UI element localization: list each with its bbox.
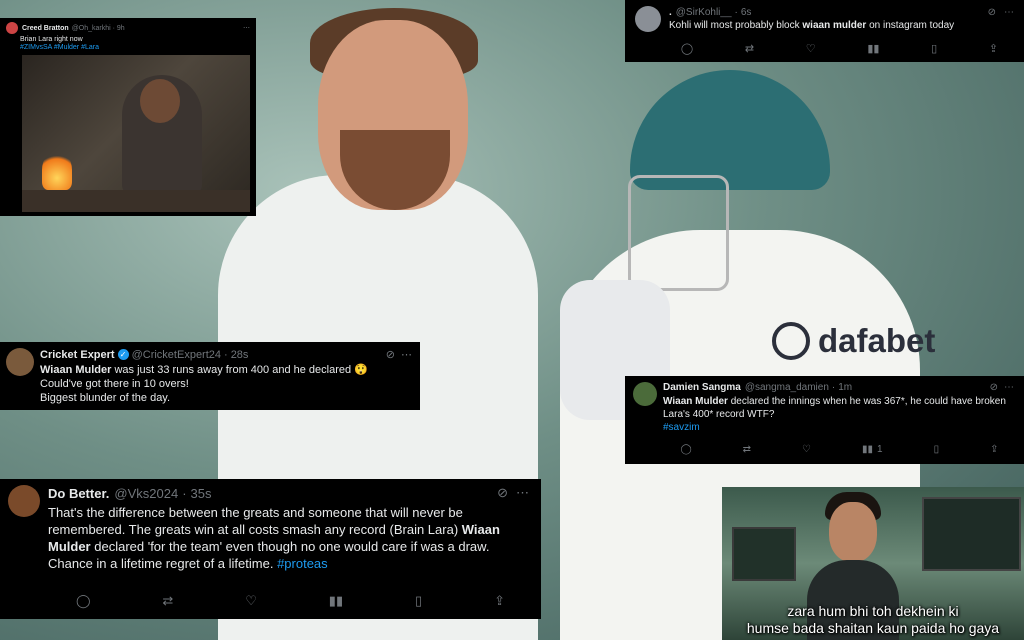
reply-icon[interactable]: ◯ <box>76 593 91 609</box>
meme-caption-line1: zara hum bhi toh dekhein ki <box>787 603 959 619</box>
tweet-time[interactable]: 35s <box>191 486 212 501</box>
share-icon[interactable]: ⇪ <box>494 593 505 609</box>
author-name[interactable]: . <box>669 7 672 18</box>
more-icon[interactable]: ⋯ <box>516 485 529 501</box>
meme-caption-line2: humse bada shaitan kaun paida ho gaya <box>746 620 1000 636</box>
more-icon[interactable]: ⋯ <box>1004 7 1014 18</box>
views-count: 1 <box>877 444 883 455</box>
bookmark-icon[interactable]: ▯ <box>415 593 422 609</box>
tweet-text: Kohli will most probably block wiaan mul… <box>669 20 955 31</box>
tweet-do-better[interactable]: Do Better. @Vks2024 · 35s ⊘ ⋯ That's the… <box>0 479 541 619</box>
tweet-text: That's the difference between the greats… <box>48 505 500 571</box>
reply-icon[interactable]: ◯ <box>680 444 691 455</box>
tweet-sirkohli[interactable]: . @SirKohli__ · 6s ⊘ ⋯ Kohli will most p… <box>625 0 1024 62</box>
author-handle[interactable]: @sangma_damien <box>745 382 829 393</box>
retweet-icon[interactable]: ⇄ <box>745 42 754 55</box>
ground <box>22 190 250 212</box>
tweet-text: Brian Lara right now <box>20 36 83 43</box>
action-bar: ◯ ⇄ ♡ ▮▮ ▯ ⇪ <box>625 42 1024 55</box>
helmet-grill <box>628 175 729 291</box>
sponsor-text: dafabet <box>818 322 936 359</box>
meme-image: zara hum bhi toh dekhein ki humse bada s… <box>722 487 1024 640</box>
avatar[interactable] <box>8 485 40 517</box>
views-icon[interactable]: ▮▮ <box>329 593 343 609</box>
avatar[interactable] <box>635 6 661 32</box>
reply-icon[interactable]: ◯ <box>681 42 693 55</box>
views-button[interactable]: ▮▮ 1 <box>862 444 883 455</box>
avatar[interactable] <box>6 348 34 376</box>
grok-icon[interactable]: ⊘ <box>497 485 508 501</box>
batter-helmet <box>630 70 830 190</box>
author-handle[interactable]: @Vks2024 <box>114 486 178 501</box>
more-icon[interactable]: ⋯ <box>401 348 412 361</box>
author-name[interactable]: Damien Sangma <box>663 382 741 393</box>
grok-icon[interactable]: ⊘ <box>386 348 395 361</box>
avatar[interactable] <box>633 382 657 406</box>
author-name[interactable]: Cricket Expert <box>40 349 115 361</box>
tweet-time[interactable]: 28s <box>231 349 249 361</box>
share-icon[interactable]: ⇪ <box>990 444 998 455</box>
share-icon[interactable]: ⇪ <box>989 42 998 55</box>
like-icon[interactable]: ♡ <box>245 593 257 609</box>
action-bar: ◯ ⇄ ♡ ▮▮ 1 ▯ ⇪ <box>625 444 1024 455</box>
grok-icon[interactable]: ⊘ <box>990 382 998 393</box>
author-handle[interactable]: @CricketExpert24 <box>132 349 221 361</box>
author-name[interactable]: Do Better. <box>48 486 109 501</box>
tweet-hashtag[interactable]: #savzim <box>663 421 1014 434</box>
tweet-time[interactable]: 1m <box>838 382 852 393</box>
person-face <box>140 79 180 123</box>
like-icon[interactable]: ♡ <box>802 444 811 455</box>
author-handle[interactable]: @Oh_karkhi · 9h <box>72 25 125 32</box>
sponsor-logo-icon <box>772 322 810 360</box>
tweet-text: Wiaan Mulder declared the innings when h… <box>663 396 1006 420</box>
grok-icon[interactable]: ⊘ <box>988 7 996 18</box>
more-icon[interactable]: ⋯ <box>243 24 250 32</box>
person-face <box>829 502 877 562</box>
like-icon[interactable]: ♡ <box>806 42 816 55</box>
author-name[interactable]: Creed Bratton <box>22 25 69 32</box>
avatar[interactable] <box>6 22 18 34</box>
tweet-hashtags[interactable]: #ZIMvsSA #Mulder #Lara <box>0 43 256 51</box>
verified-icon: ✓ <box>117 349 129 360</box>
views-icon[interactable]: ▮▮ <box>867 42 879 55</box>
tweet-creed-bratton[interactable]: Creed Bratton @Oh_karkhi · 9h ⋯ Brian La… <box>0 18 256 216</box>
views-icon: ▮▮ <box>862 444 874 455</box>
more-icon[interactable]: ⋯ <box>1004 382 1014 393</box>
tweet-damien-sangma[interactable]: Damien Sangma @sangma_damien · 1m ⊘ ⋯ Wi… <box>625 376 1024 464</box>
fire-icon <box>42 150 72 190</box>
tweet-hashtag[interactable]: #proteas <box>277 556 328 571</box>
tweet-photo[interactable] <box>22 55 250 212</box>
monitor-wall <box>922 497 1021 571</box>
tweet-text: Wiaan Mulder was just 33 runs away from … <box>40 364 368 404</box>
retweet-icon[interactable]: ⇄ <box>162 593 173 609</box>
action-bar: ◯ ⇄ ♡ ▮▮ ▯ ⇪ <box>0 593 541 609</box>
monitor-left <box>732 527 796 581</box>
bookmark-icon[interactable]: ▯ <box>934 444 940 455</box>
author-handle[interactable]: @SirKohli__ <box>676 7 732 18</box>
bookmark-icon[interactable]: ▯ <box>931 42 937 55</box>
tweet-cricket-expert[interactable]: Cricket Expert ✓ @CricketExpert24 · 28s … <box>0 342 420 410</box>
tweet-time[interactable]: 6s <box>741 7 752 18</box>
retweet-icon[interactable]: ⇄ <box>743 444 751 455</box>
